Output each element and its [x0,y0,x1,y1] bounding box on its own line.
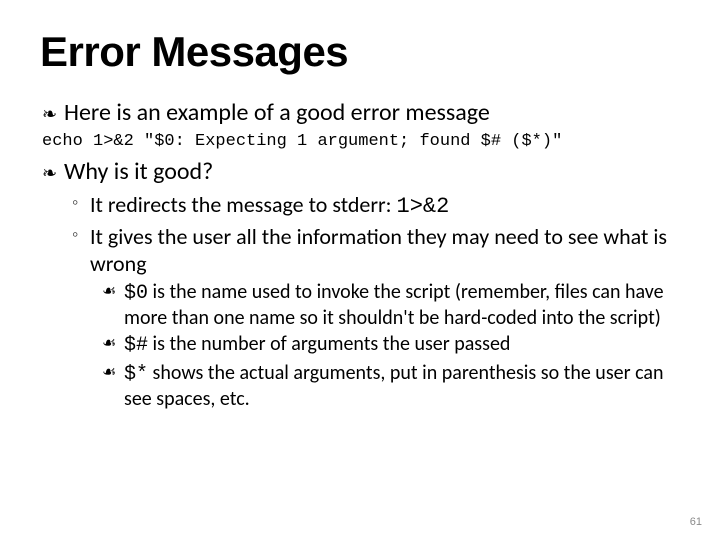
reversed-floral-bullet-icon: ☙ [102,280,124,304]
sub-bullet-text: It gives the user all the information th… [90,223,680,278]
hollow-circle-bullet-icon: ◦ [72,191,90,214]
hollow-circle-bullet-icon: ◦ [72,223,90,246]
subsub-bullet-item: ☙ $0 is the name used to invoke the scri… [102,280,680,331]
code-example: echo 1>&2 "$0: Expecting 1 argument; fou… [42,132,680,151]
subsub-bullet-text: $* shows the actual arguments, put in pa… [124,361,680,412]
inline-code: $* [124,363,148,386]
reversed-floral-bullet-icon: ☙ [102,361,124,385]
rotated-floral-bullet-icon: ❧ [42,100,64,128]
bullet-text: Here is an example of a good error messa… [64,98,490,127]
inline-code: $# [124,334,148,357]
inline-code: 1>&2 [397,194,450,219]
text-fragment: shows the actual arguments, put in paren… [124,361,663,411]
slide-title: Error Messages [40,28,680,76]
reversed-floral-bullet-icon: ☙ [102,332,124,356]
text-fragment: is the number of arguments the user pass… [148,332,510,356]
text-fragment: It redirects the message to stderr: [90,191,397,218]
bullet-text: Why is it good? [64,157,213,186]
subsub-bullet-text: $0 is the name used to invoke the script… [124,280,680,331]
bullet-item: ❧ Here is an example of a good error mes… [42,98,680,128]
subsub-bullet-item: ☙ $# is the number of arguments the user… [102,332,680,358]
inline-code: $0 [124,282,148,305]
sub-bullet-item: ◦ It gives the user all the information … [72,223,680,278]
subsub-bullet-item: ☙ $* shows the actual arguments, put in … [102,361,680,412]
subsub-bullet-text: $# is the number of arguments the user p… [124,332,510,358]
page-number: 61 [690,516,702,528]
sub-bullet-text: It redirects the message to stderr: 1>&2 [90,191,449,221]
text-fragment: is the name used to invoke the script (r… [124,280,664,330]
rotated-floral-bullet-icon: ❧ [42,159,64,187]
sub-bullet-item: ◦ It redirects the message to stderr: 1>… [72,191,680,221]
bullet-item: ❧ Why is it good? [42,157,680,187]
